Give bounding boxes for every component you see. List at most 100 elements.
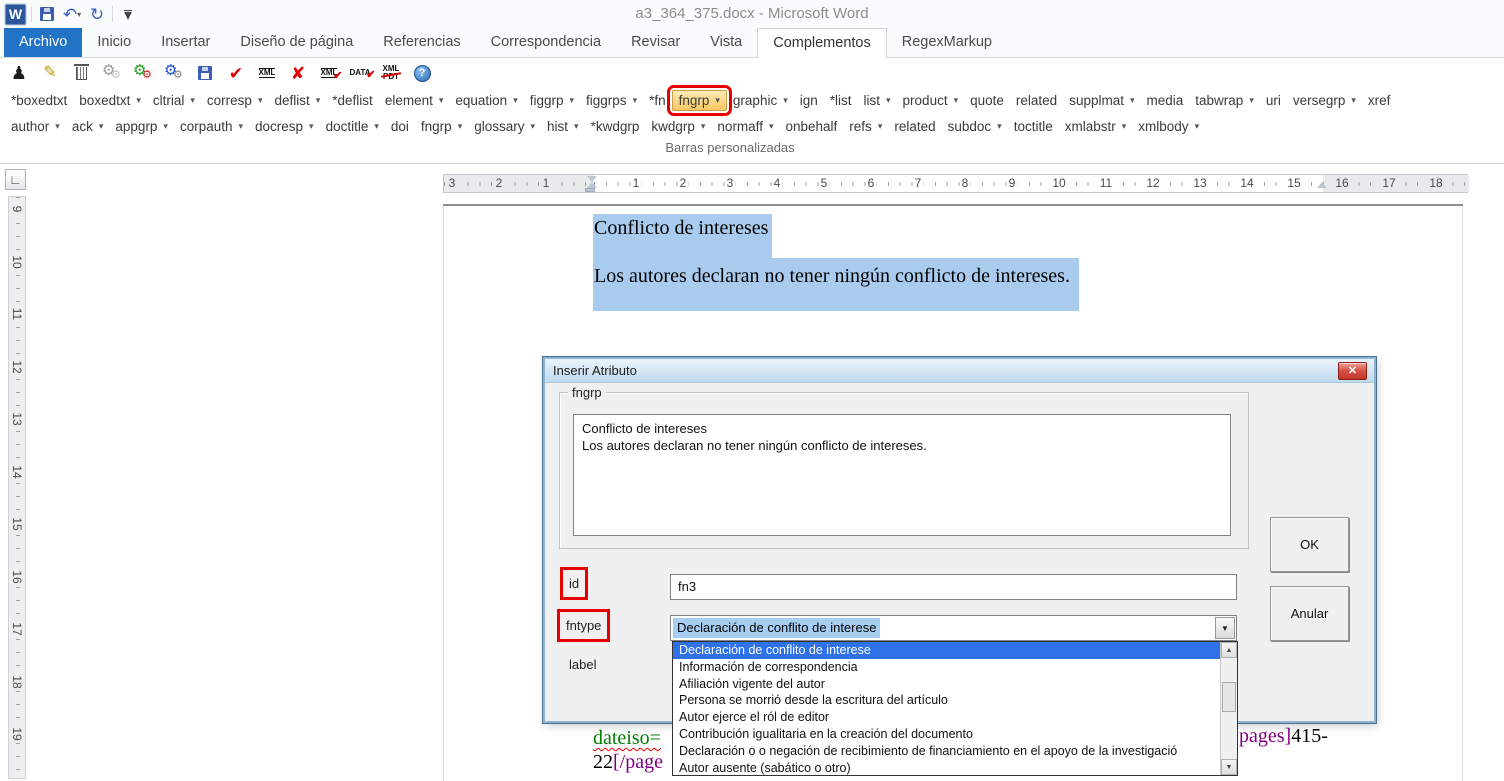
toolbar-button-normaff[interactable]: normaff▾ — [711, 117, 779, 136]
fntype-option[interactable]: Persona se morrió desde la escritura del… — [673, 692, 1237, 709]
toolbar-button-media[interactable]: media — [1141, 91, 1190, 110]
id-input[interactable]: fn3 — [670, 574, 1237, 600]
fntype-combobox[interactable]: Declaración de conflito de interese ▼ — [670, 615, 1237, 641]
gears-blue-icon[interactable]: ⚙⚙ — [163, 62, 185, 84]
tab-inicio[interactable]: Inicio — [82, 28, 146, 57]
toolbar-button-quote[interactable]: quote — [964, 91, 1010, 110]
data-check-icon[interactable]: DATA✔ — [349, 62, 371, 84]
toolbar-button-toctitle[interactable]: toctitle — [1008, 117, 1059, 136]
tab-regexmarkup[interactable]: RegexMarkup — [887, 28, 1007, 57]
tab-revisar[interactable]: Revisar — [616, 28, 695, 57]
toolbar-button-kwdgrp[interactable]: *kwdgrp — [585, 117, 646, 136]
scroll-up-icon[interactable]: ▲ — [1221, 642, 1237, 658]
validate-check-icon[interactable]: ✔ — [225, 62, 247, 84]
horizontal-ruler[interactable]: 321123456789101112131415161718 — [443, 174, 1468, 193]
close-icon[interactable]: ✕ — [1338, 362, 1367, 380]
ruler-number: 3 — [725, 176, 736, 191]
toolbar-button-subdoc[interactable]: subdoc▾ — [942, 117, 1008, 136]
toolbar-button-list[interactable]: *list — [824, 91, 858, 110]
customize-quick-access-button[interactable]: ▾ — [118, 3, 138, 25]
scroll-down-icon[interactable]: ▼ — [1221, 759, 1237, 775]
gears-gray-icon[interactable]: ⚙⚙ — [101, 62, 123, 84]
tab-insertar[interactable]: Insertar — [146, 28, 225, 57]
ok-button[interactable]: OK — [1270, 517, 1349, 572]
redo-button[interactable]: ↻ — [87, 3, 107, 25]
gears-green-red-icon[interactable]: ⚙⚙ — [132, 62, 154, 84]
fntype-option[interactable]: Afiliación vigente del autor — [673, 676, 1237, 693]
undo-button[interactable]: ↶▾ — [62, 3, 82, 25]
toolbar-button-related[interactable]: related — [1010, 91, 1063, 110]
author-person-icon[interactable]: ♟ — [8, 62, 30, 84]
toolbar-button-boxedtxt[interactable]: *boxedtxt — [5, 91, 73, 110]
toolbar-button-author[interactable]: author▾ — [5, 117, 66, 136]
toolbar-button-deflist[interactable]: *deflist — [326, 91, 379, 110]
toolbar-button-xref[interactable]: xref — [1362, 91, 1397, 110]
word-logo[interactable]: W — [5, 3, 26, 25]
toolbar-button-refs[interactable]: refs▾ — [843, 117, 888, 136]
tab-stop-selector[interactable]: ∟ — [5, 169, 26, 190]
toolbar-button-kwdgrp[interactable]: kwdgrp▾ — [645, 117, 711, 136]
trash-icon[interactable] — [70, 62, 92, 84]
left-indent-marker[interactable] — [585, 188, 595, 192]
chevron-down-icon[interactable]: ▼ — [1215, 617, 1235, 639]
tab-correspondencia[interactable]: Correspondencia — [476, 28, 616, 57]
toolbar-button-corresp[interactable]: corresp▾ — [201, 91, 269, 110]
toolbar-button-deflist[interactable]: deflist▾ — [268, 91, 326, 110]
toolbar-button-appgrp[interactable]: appgrp▾ — [109, 117, 174, 136]
toolbar-button-supplmat[interactable]: supplmat▾ — [1063, 91, 1140, 110]
fntype-option[interactable]: Declaración de conflito de interese — [673, 642, 1237, 659]
tab-archivo[interactable]: Archivo — [4, 28, 82, 57]
toolbar-button-figgrps[interactable]: figgrps▾ — [580, 91, 643, 110]
dialog-title-bar[interactable]: Inserir Atributo ✕ — [545, 359, 1374, 383]
toolbar-button-onbehalf[interactable]: onbehalf — [779, 117, 843, 136]
toolbar-button-versegrp[interactable]: versegrp▾ — [1287, 91, 1362, 110]
xml-icon[interactable]: XML — [256, 62, 278, 84]
toolbar-button-doi[interactable]: doi — [385, 117, 415, 136]
xml-check-icon[interactable]: XML✔ — [318, 62, 340, 84]
toolbar-button-boxedtxt[interactable]: boxedtxt▾ — [73, 91, 147, 110]
toolbar-button-list[interactable]: list▾ — [858, 91, 897, 110]
tab-vista[interactable]: Vista — [695, 28, 757, 57]
fngrp-content-textarea[interactable]: Conflicto de interesesLos autores declar… — [573, 414, 1231, 536]
toolbar-button-cltrial[interactable]: cltrial▾ — [147, 91, 201, 110]
toolbar-button-product[interactable]: product▾ — [897, 91, 965, 110]
save-button[interactable] — [37, 3, 57, 25]
save-export-icon[interactable] — [194, 62, 216, 84]
right-indent-marker[interactable] — [1317, 182, 1327, 188]
delete-x-icon[interactable]: ✘ — [287, 62, 309, 84]
fntype-option[interactable]: Autor ausente (sabático o otro) — [673, 760, 1237, 777]
toolbar-button-hist[interactable]: hist▾ — [541, 117, 585, 136]
toolbar-button-fn[interactable]: *fn — [643, 91, 672, 110]
toolbar-button-uri[interactable]: uri — [1260, 91, 1287, 110]
fntype-option[interactable]: Contribución igualitaria en la creación … — [673, 726, 1237, 743]
tab-referencias[interactable]: Referencias — [368, 28, 475, 57]
help-icon[interactable]: ? — [411, 62, 433, 84]
toolbar-button-figgrp[interactable]: figgrp▾ — [524, 91, 580, 110]
toolbar-button-ack[interactable]: ack▾ — [66, 117, 110, 136]
xml-pdt-icon[interactable]: XMLPDT — [380, 62, 402, 84]
toolbar-button-xmlabstr[interactable]: xmlabstr▾ — [1059, 117, 1133, 136]
toolbar-button-related[interactable]: related — [888, 117, 941, 136]
toolbar-button-equation[interactable]: equation▾ — [449, 91, 523, 110]
toolbar-button-xmlbody[interactable]: xmlbody▾ — [1132, 117, 1205, 136]
toolbar-button-fngrp[interactable]: fngrp▾ — [415, 117, 468, 136]
fntype-option[interactable]: Declaración o o negación de recibimiento… — [673, 743, 1237, 760]
fntype-option[interactable]: Autor ejerce el ról de editor — [673, 709, 1237, 726]
toolbar-button-glossary[interactable]: glossary▾ — [468, 117, 541, 136]
toolbar-button-ign[interactable]: ign — [794, 91, 824, 110]
anular-button[interactable]: Anular — [1270, 586, 1349, 641]
toolbar-button-docresp[interactable]: docresp▾ — [249, 117, 320, 136]
tab-dise-o-de-p-gina[interactable]: Diseño de página — [225, 28, 368, 57]
toolbar-button-doctitle[interactable]: doctitle▾ — [320, 117, 385, 136]
scrollbar-thumb[interactable] — [1222, 682, 1236, 712]
vertical-ruler[interactable]: 910111213141516171819 — [8, 196, 26, 779]
toolbar-button-tabwrap[interactable]: tabwrap▾ — [1189, 91, 1260, 110]
toolbar-button-corpauth[interactable]: corpauth▾ — [174, 117, 249, 136]
tab-complementos[interactable]: Complementos — [757, 28, 887, 58]
fntype-option[interactable]: Información de correspondencia — [673, 659, 1237, 676]
dropdown-scrollbar[interactable]: ▲ ▼ — [1220, 642, 1237, 775]
pencil-icon[interactable]: ✎ — [39, 62, 61, 84]
toolbar-button-element[interactable]: element▾ — [379, 91, 450, 110]
toolbar-button-fngrp[interactable]: fngrp▾ — [672, 90, 727, 111]
toolbar-button-graphic[interactable]: graphic▾ — [727, 91, 794, 110]
